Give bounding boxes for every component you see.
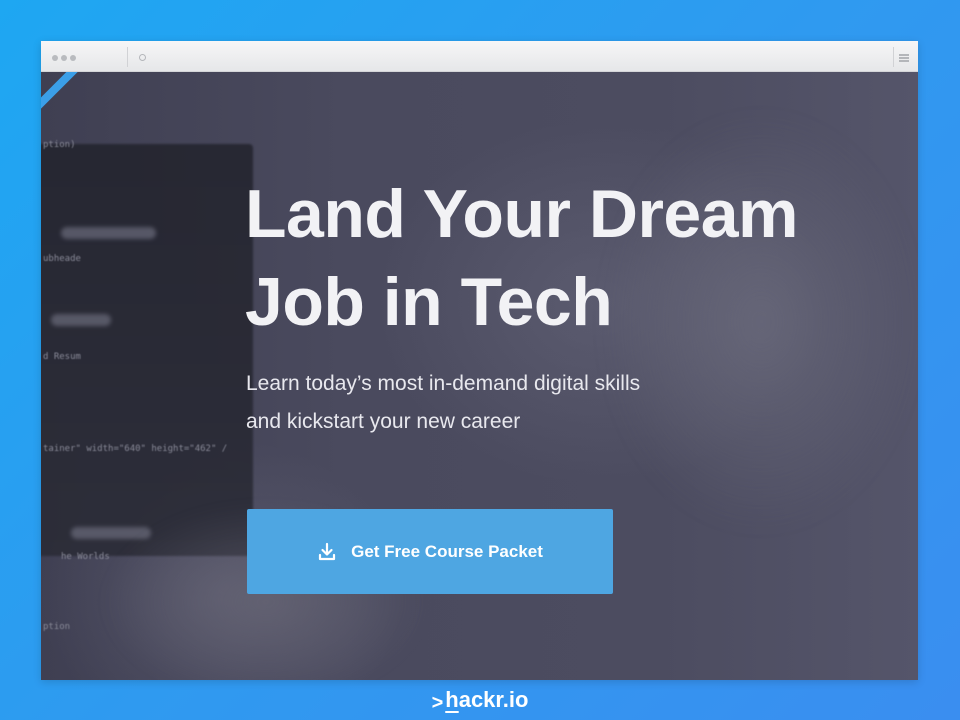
window-dot[interactable] <box>61 55 67 61</box>
background-code-line: ption) <box>43 140 76 150</box>
window-controls <box>52 55 76 61</box>
hamburger-menu-icon[interactable] <box>899 54 909 62</box>
browser-window: ption) ubheade d Resum tainer" width="64… <box>41 41 918 680</box>
hero-subtitle-line: and kickstart your new career <box>246 410 521 433</box>
background-code-line: ption <box>43 622 71 632</box>
window-dot[interactable] <box>52 55 58 61</box>
background-code-bar <box>51 314 111 326</box>
cta-label: Get Free Course Packet <box>351 541 543 561</box>
titlebar-divider <box>893 47 894 67</box>
hero-title-line: Land Your Dream <box>245 176 799 252</box>
hero-subtitle: Learn today’s most in-demand digital ski… <box>246 365 806 441</box>
hero-section: ption) ubheade d Resum tainer" width="64… <box>41 72 918 680</box>
titlebar-divider <box>127 47 128 67</box>
background-code-line: d Resum <box>43 352 81 362</box>
brand-name-rest: ackr.io <box>458 687 529 712</box>
window-dot[interactable] <box>70 55 76 61</box>
background-monitor <box>41 144 253 556</box>
background-code-line: tainer" width="640" height="462" / <box>43 444 228 454</box>
brand-logo: > h ackr.io <box>0 685 960 715</box>
corner-ribbon <box>41 72 91 123</box>
hero-title: Land Your Dream Job in Tech <box>245 170 905 346</box>
download-icon <box>318 542 336 560</box>
brand-name-first: h <box>445 687 459 712</box>
browser-titlebar <box>41 41 918 72</box>
hero-title-line: Job in Tech <box>245 264 613 340</box>
hero-subtitle-line: Learn today’s most in-demand digital ski… <box>246 372 641 395</box>
reload-icon[interactable] <box>139 54 146 61</box>
background-code-bar <box>61 227 156 239</box>
brand-prompt: > <box>431 691 444 714</box>
background-code-line: ubheade <box>43 254 81 264</box>
get-free-course-packet-button[interactable]: Get Free Course Packet <box>247 509 613 594</box>
